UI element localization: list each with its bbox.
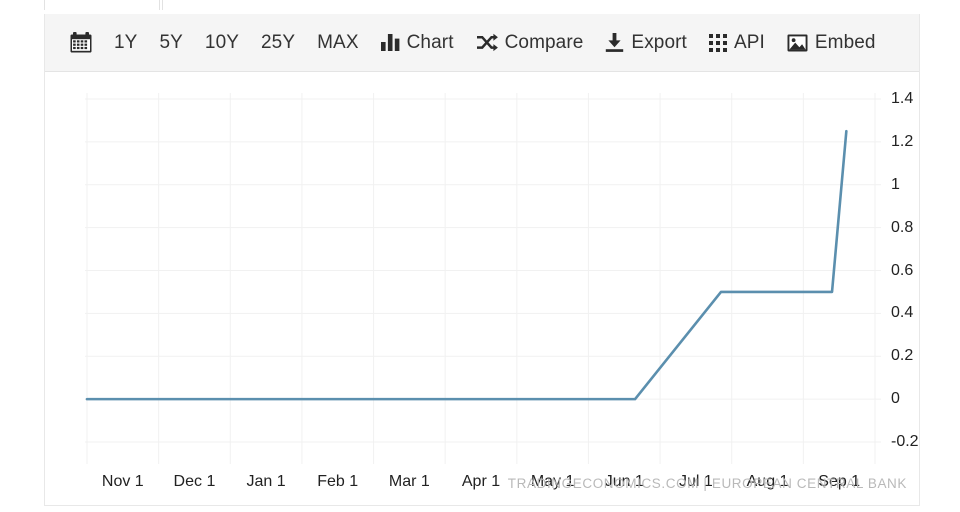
toolbar-label-5y: 5Y: [159, 32, 183, 53]
toolbar-item-calendar[interactable]: [59, 23, 103, 63]
toolbar-item-range-1y[interactable]: 1Y: [103, 23, 148, 63]
image-icon: [787, 34, 808, 52]
browser-tab-strip: [0, 0, 960, 10]
download-icon: [605, 33, 624, 52]
y-axis-tick-label: -0.2: [891, 433, 919, 450]
toolbar-item-range-5y[interactable]: 5Y: [148, 23, 193, 63]
chart-toolbar: 1Y 5Y 10Y 25Y MAX Chart Compare Export A…: [45, 14, 919, 72]
y-axis-tick-label: 1.4: [891, 90, 914, 107]
shuffle-icon: [476, 33, 498, 52]
toolbar-item-api[interactable]: API: [698, 23, 776, 63]
toolbar-label-1y: 1Y: [114, 32, 138, 53]
y-axis-tick-label: 0.8: [891, 218, 914, 236]
chart-data-line: [85, 129, 848, 401]
toolbar-label-compare: Compare: [504, 32, 584, 53]
tab-fragment-right[interactable]: [162, 0, 902, 10]
toolbar-item-chart[interactable]: Chart: [370, 23, 465, 63]
toolbar-label-10y: 10Y: [204, 32, 240, 53]
chart-plot-area: 1.4 1.2 1 0.8 0.6 0.4 0.2 0 -0.2 Nov 1 Dec 1 Jan 1…: [45, 72, 919, 505]
toolbar-item-embed[interactable]: Embed: [776, 23, 887, 63]
y-axis-tick-label: 1.2: [891, 132, 914, 150]
toolbar-label-embed: Embed: [814, 32, 876, 53]
toolbar-label-api: API: [733, 32, 765, 53]
toolbar-item-range-10y[interactable]: 10Y: [194, 23, 250, 63]
toolbar-label-max: MAX: [317, 32, 359, 53]
tab-fragment-left[interactable]: [44, 0, 160, 10]
y-axis-tick-label: 0: [891, 390, 900, 408]
toolbar-label-chart: Chart: [406, 32, 454, 53]
toolbar-item-compare[interactable]: Compare: [465, 23, 595, 63]
toolbar-item-range-max[interactable]: MAX: [306, 23, 369, 63]
grid-icon: [708, 33, 727, 52]
trading-economics-chart-page: 1Y 5Y 10Y 25Y MAX Chart Compare Export A…: [0, 0, 960, 512]
y-axis-tick-label: 0.2: [891, 347, 914, 365]
line-chart-svg[interactable]: [45, 72, 919, 505]
toolbar-label-export: Export: [631, 32, 687, 53]
chart-gridlines: [85, 93, 881, 464]
y-axis-tick-label: 1: [891, 175, 900, 193]
y-axis-tick-label: 0.4: [891, 304, 914, 322]
y-axis-tick-label: 0.6: [891, 261, 914, 279]
chart-source-credit: TRADINGECONOMICS.COM | EUROPEAN CENTRAL …: [507, 476, 907, 491]
chart-card: 1Y 5Y 10Y 25Y MAX Chart Compare Export A…: [44, 14, 920, 506]
bar-chart-icon: [380, 34, 400, 51]
calendar-icon: [70, 32, 92, 53]
toolbar-item-range-25y[interactable]: 25Y: [250, 23, 306, 63]
toolbar-label-25y: 25Y: [261, 32, 296, 53]
toolbar-item-export[interactable]: Export: [594, 23, 698, 63]
